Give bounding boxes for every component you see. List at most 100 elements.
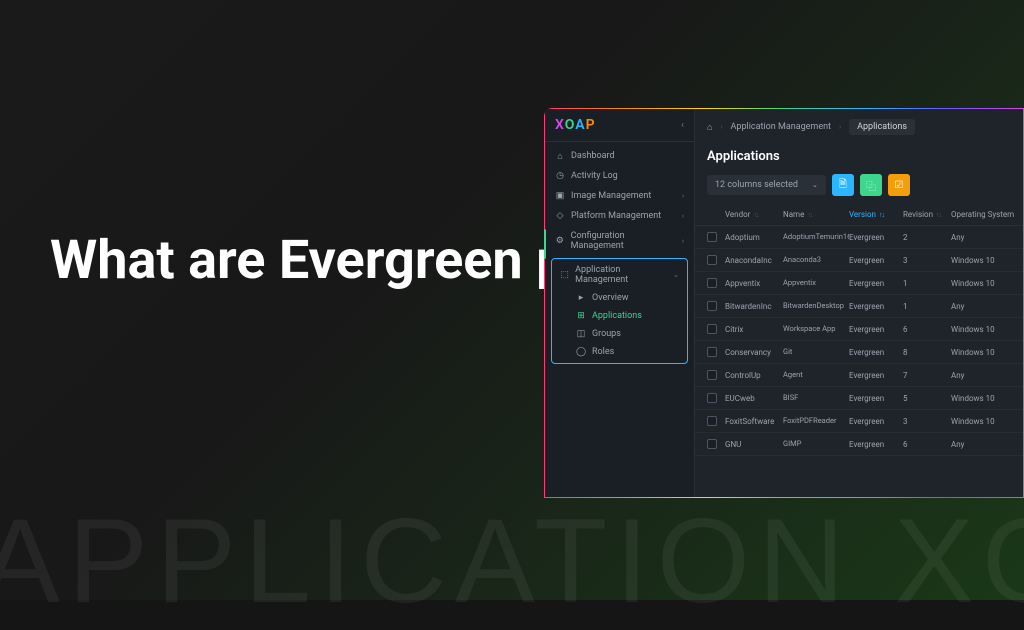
sidebar-active-group: ⬚Application Management⌄▸Overview⊞Applic… [551, 258, 688, 364]
applications-table: Vendor↑↓ Name↑↓ Version↑↓ Revision↑↓ Ope… [695, 204, 1023, 497]
table-row[interactable]: FoxitSoftwareFoxitPDFReaderEvergreen3Win… [695, 410, 1023, 433]
breadcrumb-active: Applications [849, 119, 915, 135]
sidebar: XOAP ‹ ⌂Dashboard◷Activity Log▣Image Man… [545, 109, 695, 497]
cell-vendor: AnacondaInc [725, 255, 783, 265]
row-checkbox[interactable] [707, 255, 717, 265]
cell-version: Evergreen [849, 370, 903, 380]
cell-os: Any [951, 370, 1023, 380]
page-title: Applications [695, 145, 1023, 174]
cell-name: Git [783, 347, 849, 357]
cell-revision: 5 [903, 393, 951, 403]
cell-version: Evergreen [849, 324, 903, 334]
sidebar-sub-applications[interactable]: ⊞Applications [552, 307, 687, 325]
cell-version: Evergreen [849, 347, 903, 357]
table-row[interactable]: ControlUpAgentEvergreen7Any [695, 364, 1023, 387]
cell-revision: 6 [903, 324, 951, 334]
row-checkbox[interactable] [707, 324, 717, 334]
app-window: XOAP ‹ ⌂Dashboard◷Activity Log▣Image Man… [544, 108, 1024, 498]
check-icon: ☑ [894, 180, 903, 191]
cell-version: Evergreen [849, 439, 903, 449]
row-checkbox[interactable] [707, 301, 717, 311]
sidebar-sub-roles[interactable]: ◯Roles [552, 343, 687, 361]
col-header-version[interactable]: Version↑↓ [849, 210, 903, 219]
table-row[interactable]: AdoptiumAdoptiumTemurin16Evergreen2Any [695, 226, 1023, 249]
cell-vendor: GNU [725, 439, 783, 449]
sidebar-collapse-icon[interactable]: ‹ [681, 120, 684, 131]
table-row[interactable]: AnacondaIncAnaconda3Evergreen3Windows 10 [695, 249, 1023, 272]
nav-icon: ⬚ [560, 270, 569, 280]
chevron-right-icon: › [839, 123, 841, 131]
cell-name: Appventix [783, 278, 849, 288]
cell-os: Windows 10 [951, 255, 1023, 265]
cell-revision: 7 [903, 370, 951, 380]
cell-version: Evergreen [849, 255, 903, 265]
columns-selector[interactable]: 12 columns selected ⌄ [707, 175, 826, 195]
cell-name: Anaconda3 [783, 255, 849, 265]
sidebar-item-image-management[interactable]: ▣Image Management› [545, 186, 694, 206]
row-checkbox[interactable] [707, 416, 717, 426]
col-header-os[interactable]: Operating System [951, 210, 1023, 219]
cell-vendor: EUCweb [725, 393, 783, 403]
chevron-down-icon: ⌄ [812, 181, 818, 189]
cell-os: Windows 10 [951, 416, 1023, 426]
sort-icon: ↑↓ [936, 211, 941, 219]
cell-name: AdoptiumTemurin16 [783, 232, 849, 242]
cell-os: Windows 10 [951, 393, 1023, 403]
table-row[interactable]: EUCwebBISFEvergreen5Windows 10 [695, 387, 1023, 410]
sidebar-item-application-management[interactable]: ⬚Application Management⌄ [552, 261, 687, 289]
cell-vendor: Appventix [725, 278, 783, 288]
sidebar-sub-groups[interactable]: ◫Groups [552, 325, 687, 343]
nav-icon: ▣ [555, 191, 565, 201]
background-watermark: APPLICATION XO [0, 492, 1024, 630]
sidebar-item-configuration-management[interactable]: ⚙Configuration Management› [545, 226, 694, 256]
nav-icon: ◯ [576, 347, 586, 357]
sidebar-item-platform-management[interactable]: ◇Platform Management› [545, 206, 694, 226]
cell-vendor: Conservancy [725, 347, 783, 357]
table-row[interactable]: GNUGIMPEvergreen6Any [695, 433, 1023, 456]
sort-icon: ↑↓ [753, 211, 758, 219]
logo: XOAP [555, 117, 596, 133]
chevron-right-icon: › [682, 212, 684, 220]
nav-icon: ◇ [555, 211, 565, 221]
row-checkbox[interactable] [707, 232, 717, 242]
row-checkbox[interactable] [707, 439, 717, 449]
cell-name: GIMP [783, 439, 849, 449]
table-row[interactable]: BitwardenIncBitwardenDesktopEvergreen1An… [695, 295, 1023, 318]
cell-name: BitwardenDesktop [783, 301, 849, 311]
confirm-button[interactable]: ☑ [888, 174, 910, 196]
nav-icon: ⊞ [576, 311, 586, 321]
table-row[interactable]: CitrixWorkspace AppEvergreen6Windows 10 [695, 318, 1023, 341]
sidebar-item-dashboard[interactable]: ⌂Dashboard [545, 146, 694, 166]
cell-os: Windows 10 [951, 278, 1023, 288]
sidebar-item-activity-log[interactable]: ◷Activity Log [545, 166, 694, 186]
col-header-revision[interactable]: Revision↑↓ [903, 210, 951, 219]
row-checkbox[interactable] [707, 278, 717, 288]
cell-revision: 3 [903, 255, 951, 265]
cell-revision: 8 [903, 347, 951, 357]
cell-os: Any [951, 439, 1023, 449]
nav-icon: ◫ [576, 329, 586, 339]
sort-icon: ↑↓ [807, 211, 812, 219]
table-row[interactable]: ConservancyGitEvergreen8Windows 10 [695, 341, 1023, 364]
col-header-vendor[interactable]: Vendor↑↓ [725, 210, 783, 219]
cell-os: Windows 10 [951, 347, 1023, 357]
cell-version: Evergreen [849, 278, 903, 288]
row-checkbox[interactable] [707, 347, 717, 357]
table-row[interactable]: AppventixAppventixEvergreen1Windows 10 [695, 272, 1023, 295]
breadcrumb: ⌂ › Application Management › Application… [695, 109, 1023, 145]
cell-revision: 6 [903, 439, 951, 449]
cell-name: Workspace App [783, 324, 849, 334]
cell-version: Evergreen [849, 416, 903, 426]
copy-button[interactable]: ⿻ [860, 174, 882, 196]
breadcrumb-mid[interactable]: Application Management [731, 122, 831, 132]
row-checkbox[interactable] [707, 370, 717, 380]
cell-version: Evergreen [849, 393, 903, 403]
row-checkbox[interactable] [707, 393, 717, 403]
home-icon[interactable]: ⌂ [707, 122, 712, 133]
col-header-name[interactable]: Name↑↓ [783, 210, 849, 219]
cell-vendor: Citrix [725, 324, 783, 334]
sidebar-sub-overview[interactable]: ▸Overview [552, 289, 687, 307]
nav-icon: ▸ [576, 293, 586, 303]
export-button[interactable]: 🗎 [832, 174, 854, 196]
sort-icon: ↑↓ [879, 211, 884, 219]
